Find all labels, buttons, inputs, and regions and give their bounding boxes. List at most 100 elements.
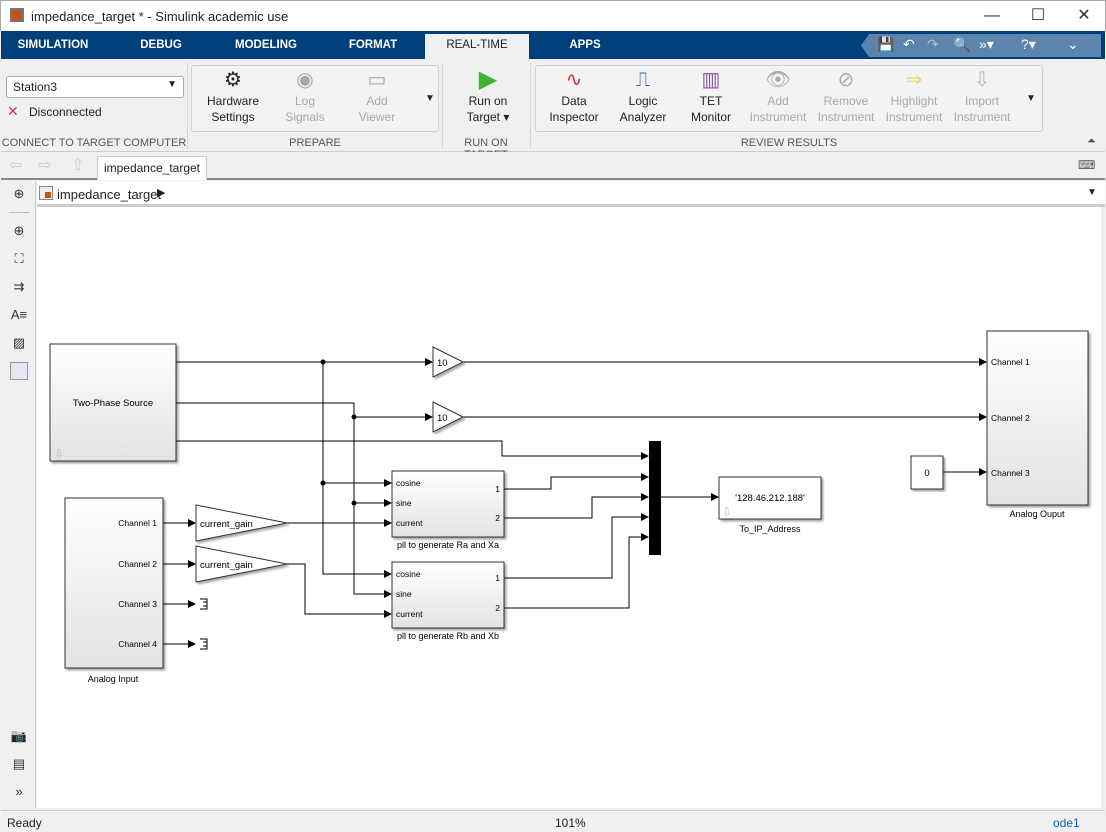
run-on-target-button[interactable]: ▶ Run on Target ▾ bbox=[453, 67, 523, 125]
remove-instrument-button[interactable]: ⊘ Remove Instrument bbox=[813, 67, 879, 125]
help-icon[interactable]: ?▾ bbox=[1021, 36, 1036, 53]
data-inspector-button[interactable]: ∿ Data Inspector bbox=[541, 67, 607, 125]
model-canvas[interactable]: Two-Phase Source ⇩ 10 10 Channel 1 Chann… bbox=[37, 207, 1101, 808]
review-more-icon[interactable]: ▼ bbox=[1026, 93, 1036, 104]
gain-block-mid[interactable]: 10 bbox=[432, 401, 465, 433]
eye-slash-icon: ⊘ bbox=[837, 69, 855, 91]
breadcrumb-model[interactable]: impedance_target bbox=[57, 187, 161, 202]
connection-status[interactable]: Disconnected bbox=[29, 105, 102, 119]
svg-text:current: current bbox=[396, 609, 423, 619]
add-instrument-button[interactable]: 👁 Add Instrument bbox=[745, 67, 811, 125]
target-select-value: Station3 bbox=[13, 80, 58, 94]
annotation-icon[interactable]: A≡ bbox=[10, 306, 28, 324]
block-label: To_IP_Address bbox=[739, 524, 801, 534]
model-browser-icon[interactable]: ▤ bbox=[10, 755, 28, 773]
to-ip-address-block[interactable]: '128.46.212.188' ⇩ To_IP_Address bbox=[718, 476, 822, 534]
tet-monitor-icon: ▥ bbox=[701, 69, 721, 91]
signal-lines bbox=[163, 358, 987, 648]
zoom-icon[interactable]: ⊕ bbox=[10, 222, 28, 240]
save-icon[interactable]: 💾 bbox=[877, 36, 894, 53]
solver-link[interactable]: ode1 bbox=[1053, 816, 1080, 830]
close-button[interactable]: ✕ bbox=[1061, 1, 1106, 32]
import-instrument-button[interactable]: ⇩ Import Instrument bbox=[949, 67, 1015, 125]
group-label-prepare: PREPARE bbox=[289, 137, 341, 149]
collapse-icon[interactable]: ⏶ bbox=[1087, 135, 1096, 148]
two-phase-source-block[interactable]: Two-Phase Source ⇩ bbox=[49, 343, 177, 462]
tab-modeling[interactable]: MODELING bbox=[216, 31, 316, 59]
tet-monitor-button[interactable]: ▥ TET Monitor bbox=[678, 67, 744, 125]
analog-input-block[interactable]: Channel 1 Channel 2 Channel 3 Channel 4 … bbox=[64, 497, 164, 684]
analog-output-block[interactable]: Channel 1 Channel 2 Channel 3 Analog Oup… bbox=[986, 330, 1089, 519]
gear-icon: ⚙ bbox=[224, 69, 242, 91]
minimize-button[interactable]: — bbox=[969, 1, 1015, 32]
svg-text:cosine: cosine bbox=[396, 569, 421, 579]
prepare-more-icon[interactable]: ▼ bbox=[425, 93, 435, 104]
pll-b-block[interactable]: cosine sine current 1 2 pll to generate … bbox=[391, 561, 505, 641]
ribbon: Station3 ▼ ✕ Disconnected CONNECT TO TARG… bbox=[1, 59, 1105, 161]
constant-block[interactable]: 0 bbox=[910, 455, 944, 490]
tab-impedance-target[interactable]: impedance_target bbox=[97, 156, 207, 180]
search-icon[interactable]: 🔍 bbox=[953, 36, 970, 53]
tab-simulation[interactable]: SIMULATION bbox=[3, 31, 103, 59]
image-icon[interactable]: ▨ bbox=[10, 334, 28, 352]
favorites-icon[interactable]: »▾ bbox=[979, 36, 994, 53]
disconnected-icon: ✕ bbox=[7, 103, 19, 119]
svg-text:Channel 3: Channel 3 bbox=[118, 599, 157, 609]
tab-debug[interactable]: DEBUG bbox=[111, 31, 211, 59]
left-toolbar: ⊕ ⊕ ⛶ ⇉ A≡ ▨ 📷 ▤ » bbox=[1, 181, 36, 808]
keyboard-icon[interactable]: ⌨ bbox=[1078, 158, 1095, 172]
svg-text:Channel 1: Channel 1 bbox=[118, 518, 157, 528]
redo-icon[interactable]: ↷ bbox=[927, 36, 939, 53]
chevron-down-icon[interactable]: ▼ bbox=[1087, 187, 1097, 198]
arrow-down-icon: ⇩ bbox=[722, 505, 732, 519]
hide-browser-icon[interactable]: ⊕ bbox=[10, 185, 28, 203]
target-select[interactable]: Station3 ▼ bbox=[6, 76, 184, 98]
svg-text:10: 10 bbox=[437, 358, 448, 369]
svg-text:Channel 3: Channel 3 bbox=[991, 468, 1030, 478]
highlight-instrument-button[interactable]: ⇒ Highlight Instrument bbox=[881, 67, 947, 125]
svg-text:sine: sine bbox=[396, 589, 412, 599]
model-icon bbox=[39, 186, 53, 200]
log-signals-button[interactable]: ◉ Log Signals bbox=[272, 67, 338, 125]
forward-icon[interactable]: ⇨ bbox=[38, 155, 51, 175]
tab-real-time[interactable]: REAL-TIME bbox=[425, 34, 529, 59]
ribbon-tabs: SIMULATION DEBUG MODELING FORMAT REAL-TI… bbox=[1, 31, 1105, 59]
svg-text:Channel 2: Channel 2 bbox=[991, 413, 1030, 423]
tab-apps[interactable]: APPS bbox=[535, 31, 635, 59]
arrow-down-icon: ⇩ bbox=[54, 447, 64, 461]
mux-block[interactable] bbox=[649, 441, 661, 555]
area-icon[interactable] bbox=[10, 362, 28, 380]
group-label-review: REVIEW RESULTS bbox=[740, 137, 838, 149]
zoom-level: 101% bbox=[555, 816, 586, 830]
back-icon[interactable]: ⇦ bbox=[9, 155, 22, 175]
logic-analyzer-button[interactable]: ⎍ Logic Analyzer bbox=[610, 67, 676, 125]
pll-a-block[interactable]: cosine sine current 1 2 pll to generate … bbox=[391, 470, 505, 550]
current-gain-block-2[interactable]: current_gain bbox=[195, 545, 288, 583]
import-icon: ⇩ bbox=[973, 69, 991, 91]
up-icon[interactable]: ⇧ bbox=[71, 155, 84, 175]
tab-format[interactable]: FORMAT bbox=[323, 31, 423, 59]
terminator-blocks bbox=[200, 598, 208, 650]
svg-text:sine: sine bbox=[396, 498, 412, 508]
current-gain-block-1[interactable]: current_gain bbox=[195, 504, 288, 542]
collapse-ribbon-icon[interactable]: ⌄ bbox=[1067, 36, 1079, 53]
signal-routing-icon[interactable]: ⇉ bbox=[10, 278, 28, 296]
expand-icon[interactable]: » bbox=[10, 783, 28, 801]
fit-view-icon[interactable]: ⛶ bbox=[10, 250, 28, 268]
navigation-bar: ⇦ ⇨ ⇧ impedance_target ⌨ bbox=[1, 152, 1105, 180]
svg-text:1: 1 bbox=[495, 573, 500, 583]
add-viewer-button[interactable]: ▭ Add Viewer bbox=[344, 67, 410, 125]
block-label: pll to generate Rb and Xb bbox=[397, 631, 499, 641]
svg-text:'128.46.212.188': '128.46.212.188' bbox=[735, 493, 805, 504]
hardware-settings-button[interactable]: ⚙ Hardware Settings bbox=[200, 67, 266, 125]
window-title: impedance_target * - Simulink academic u… bbox=[31, 9, 289, 24]
svg-text:10: 10 bbox=[437, 413, 448, 424]
gain-block-top[interactable]: 10 bbox=[432, 346, 465, 378]
caret-right-icon[interactable]: ▶ bbox=[157, 186, 165, 199]
maximize-button[interactable]: ☐ bbox=[1015, 1, 1061, 32]
status-bar: Ready 101% ode1 bbox=[1, 810, 1105, 832]
undo-icon[interactable]: ↶ bbox=[903, 36, 915, 53]
screenshot-icon[interactable]: 📷 bbox=[10, 727, 28, 745]
simulink-logo-icon bbox=[10, 8, 24, 22]
chevron-down-icon: ▼ bbox=[167, 79, 177, 90]
